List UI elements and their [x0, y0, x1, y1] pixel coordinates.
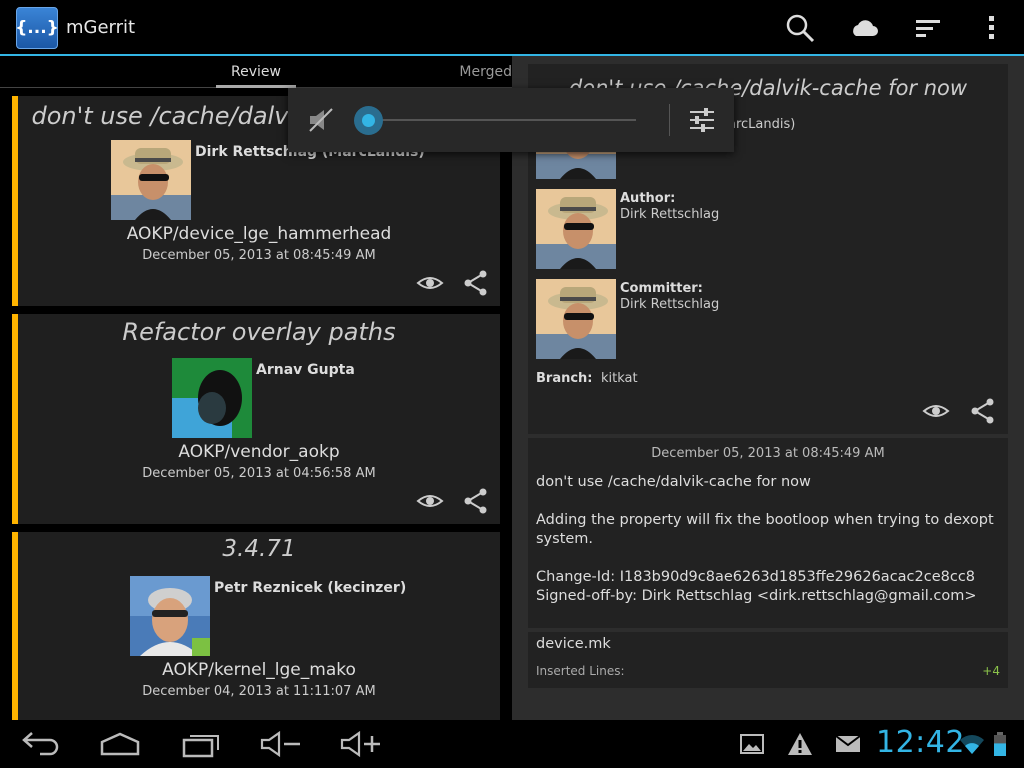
cloud-icon[interactable] [848, 12, 880, 44]
eye-icon[interactable] [416, 271, 444, 295]
sort-icon[interactable] [912, 12, 944, 44]
branch-value: kitkat [601, 371, 638, 386]
change-date: December 05, 2013 at 08:45:49 AM [142, 248, 376, 263]
committer-label: Committer: [620, 281, 703, 296]
tab-review[interactable]: Review [216, 64, 296, 80]
back-icon[interactable] [16, 728, 64, 760]
gallery-notification-icon[interactable] [738, 730, 766, 758]
author-name: Dirk Rettschlag [620, 207, 720, 222]
share-icon[interactable] [462, 270, 490, 296]
committer-name: Dirk Rettschlag [620, 297, 720, 312]
inserted-lines-label: Inserted Lines: [536, 664, 625, 678]
speaker-muted-icon[interactable] [306, 106, 336, 134]
branch-label: Branch: [536, 371, 593, 386]
email-notification-icon[interactable] [834, 730, 862, 758]
volume-down-icon[interactable] [256, 728, 304, 760]
change-card[interactable]: Refactor overlay paths Arnav Gupta AOKP/… [12, 314, 500, 524]
change-project: AOKP/vendor_aokp [178, 442, 340, 462]
search-icon[interactable] [784, 12, 816, 44]
author-label: Author: [620, 191, 676, 206]
recent-apps-icon[interactable] [176, 728, 224, 760]
change-detail-pane: don't use /cache/dalvik-cache for now ar… [512, 56, 1024, 720]
eye-icon[interactable] [416, 489, 444, 513]
change-project: AOKP/kernel_lge_mako [162, 660, 356, 680]
commit-date: December 05, 2013 at 08:45:49 AM [651, 446, 885, 461]
change-subject: Refactor overlay paths [122, 318, 396, 346]
app-icon[interactable]: {...} [15, 7, 59, 49]
file-name: device.mk [536, 636, 611, 652]
share-icon[interactable] [969, 398, 997, 424]
battery-icon [992, 730, 1008, 758]
commit-message-line: Change-Id: I183b90d9c8ae6263d1853ffe2962… [536, 569, 976, 585]
change-card[interactable]: 3.4.71 Petr Reznicek (kecinzer) AOKP/ker… [12, 532, 500, 720]
status-clock[interactable]: 12:42 [876, 725, 965, 760]
change-owner: Petr Reznicek (kecinzer) [214, 580, 407, 596]
volume-up-icon[interactable] [336, 728, 384, 760]
avatar [130, 576, 210, 656]
volume-popup [288, 88, 734, 152]
change-owner: Arnav Gupta [256, 362, 355, 378]
author-avatar [536, 189, 616, 269]
share-icon[interactable] [462, 488, 490, 514]
action-bar: {...} mGerrit [0, 0, 1024, 56]
settings-sliders-icon[interactable] [688, 106, 716, 134]
change-project: AOKP/device_lge_hammerhead [126, 224, 392, 244]
detail-owner: arcLandis) [728, 117, 796, 132]
change-list-pane: Review Merged don't use /cache/dalvik-ca… [0, 56, 512, 720]
overflow-menu-icon[interactable] [976, 12, 1008, 44]
commit-message-line: system. [536, 531, 594, 547]
eye-icon[interactable] [922, 399, 950, 423]
app-title: mGerrit [66, 17, 136, 38]
change-date: December 05, 2013 at 04:56:58 AM [142, 466, 376, 481]
system-bar: 12:42 [0, 720, 1024, 768]
tab-merged[interactable]: Merged [430, 64, 512, 80]
volume-divider [669, 104, 670, 136]
wifi-icon [958, 730, 986, 758]
inserted-lines-count: +4 [982, 664, 1000, 678]
commit-message-line: Signed-off-by: Dirk Rettschlag <dirk.ret… [536, 588, 977, 604]
home-icon[interactable] [96, 728, 144, 760]
volume-slider-track[interactable] [368, 119, 636, 121]
commit-message-line: don't use /cache/dalvik-cache for now [536, 474, 811, 490]
commit-message-line: Adding the property will fix the bootloo… [536, 512, 994, 528]
change-subject: 3.4.71 [222, 536, 296, 562]
tab-selected-indicator [216, 85, 296, 88]
avatar [111, 140, 191, 220]
volume-slider-thumb[interactable] [354, 106, 383, 135]
change-date: December 04, 2013 at 11:11:07 AM [142, 684, 376, 699]
changed-file-item[interactable]: device.mk Inserted Lines: +4 [528, 632, 1008, 688]
commit-message-panel: December 05, 2013 at 08:45:49 AM don't u… [528, 438, 1008, 628]
avatar [172, 358, 252, 438]
warning-notification-icon[interactable] [786, 730, 814, 758]
committer-avatar [536, 279, 616, 359]
tab-bar: Review Merged [0, 56, 512, 88]
